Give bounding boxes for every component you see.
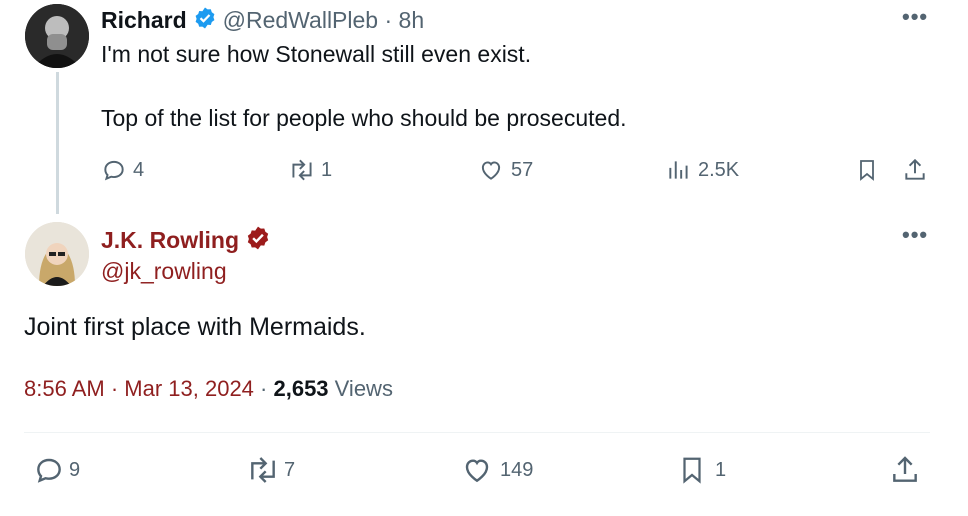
more-options-icon[interactable]: ••• — [902, 4, 928, 30]
main-tweet-text: Joint first place with Mermaids. — [24, 313, 366, 341]
reply-tweet-header: Richard @RedWallPleb · 8h — [101, 6, 424, 35]
author-name[interactable]: J.K. Rowling — [101, 227, 239, 254]
like-count: 149 — [500, 458, 534, 481]
bookmark-icon — [677, 454, 707, 486]
date-separator: · — [104, 376, 125, 401]
views-separator: · — [253, 376, 274, 401]
reply-count: 9 — [69, 458, 81, 481]
divider — [24, 432, 930, 433]
thread-connector — [56, 72, 59, 214]
views-icon — [666, 157, 692, 183]
reply-tweet-text-line1: I'm not sure how Stonewall still even ex… — [101, 41, 532, 67]
repost-icon — [244, 454, 282, 486]
tweet-timestamp: 8:56 AM · Mar 13, 2024 · 2,653 Views — [24, 376, 393, 402]
views-count: 2,653 — [273, 376, 329, 401]
verified-badge-icon — [245, 225, 271, 256]
reply-count: 4 — [133, 158, 145, 181]
like-icon — [460, 454, 494, 486]
reply-icon — [101, 157, 127, 183]
bookmark-icon[interactable] — [855, 157, 879, 188]
reply-tweet-text-line2: Top of the list for people who should be… — [101, 105, 627, 131]
repost-icon — [287, 157, 317, 183]
like-icon — [477, 157, 505, 183]
reply-icon — [33, 454, 65, 486]
like-button[interactable]: 149 — [460, 454, 533, 486]
reply-button[interactable]: 9 — [33, 454, 80, 486]
separator-dot: · — [378, 7, 399, 33]
share-icon[interactable] — [902, 157, 928, 188]
tweet-date[interactable]: Mar 13, 2024 — [124, 376, 254, 401]
repost-button[interactable]: 7 — [244, 454, 295, 486]
repost-count: 1 — [321, 158, 333, 181]
avatar-richard[interactable] — [25, 4, 89, 68]
tweet-time[interactable]: 8h — [399, 7, 425, 34]
verified-badge-icon — [193, 6, 217, 35]
repost-button[interactable]: 1 — [287, 157, 332, 183]
tweet-time[interactable]: 8:56 AM — [24, 376, 105, 401]
like-count: 57 — [511, 158, 534, 181]
author-handle[interactable]: @jk_rowling — [101, 258, 227, 285]
repost-count: 7 — [284, 458, 296, 481]
share-icon[interactable] — [889, 454, 921, 491]
author-name[interactable]: Richard — [101, 7, 187, 34]
views-count: 2.5K — [698, 158, 740, 181]
bookmark-button[interactable]: 1 — [677, 454, 726, 486]
like-button[interactable]: 57 — [477, 157, 533, 183]
more-options-icon[interactable]: ••• — [902, 222, 928, 248]
views-button[interactable]: 2.5K — [666, 157, 739, 183]
author-handle[interactable]: @RedWallPleb — [223, 7, 378, 34]
main-tweet-header: J.K. Rowling — [101, 225, 271, 256]
bookmark-count: 1 — [715, 458, 727, 481]
views-label: Views — [328, 376, 393, 401]
avatar-jk-rowling[interactable] — [25, 222, 89, 286]
reply-button[interactable]: 4 — [101, 157, 144, 183]
